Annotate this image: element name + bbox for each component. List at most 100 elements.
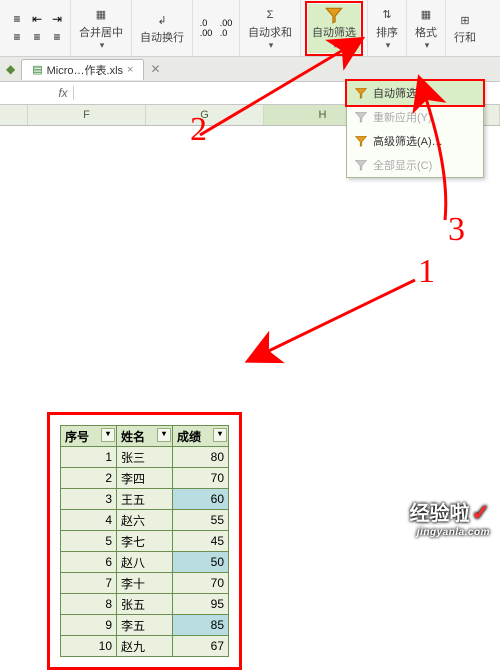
chevron-down-icon: ▾ bbox=[333, 40, 338, 51]
cell-score[interactable]: 45 bbox=[173, 531, 229, 552]
chevron-down-icon: ▾ bbox=[386, 40, 391, 51]
rowcol-button[interactable]: ⊞ 行和 bbox=[450, 9, 480, 47]
col-seq-header[interactable]: 序号 ▾ bbox=[61, 426, 117, 447]
watermark: 经验啦 ✓ jingyanla.com bbox=[410, 497, 490, 526]
cell-name[interactable]: 赵八 bbox=[117, 552, 173, 573]
ribbon-group-decimal: .0.00 .00.0 bbox=[193, 0, 240, 56]
menu-reapply-label: 重新应用(Y) bbox=[373, 109, 432, 125]
table-header-row: 序号 ▾ 姓名 ▾ 成绩 ▾ bbox=[61, 426, 229, 447]
cell-seq[interactable]: 3 bbox=[61, 489, 117, 510]
table-row[interactable]: 6赵八50 bbox=[61, 552, 229, 573]
corner-cell[interactable] bbox=[0, 105, 28, 125]
ribbon: ≡ ⇤ ⇥ ≡ ≡ ≡ ▦ 合并居中▾ ↲ 自动换行 .0.00 .00.0 Σ… bbox=[0, 0, 500, 57]
ribbon-group-wrap: ↲ 自动换行 bbox=[132, 0, 193, 56]
cell-seq[interactable]: 10 bbox=[61, 636, 117, 657]
cell-name[interactable]: 李十 bbox=[117, 573, 173, 594]
autosum-label: 自动求和 bbox=[248, 24, 292, 40]
merge-label: 合并居中 bbox=[79, 24, 123, 40]
cell-seq[interactable]: 4 bbox=[61, 510, 117, 531]
cell-score[interactable]: 85 bbox=[173, 615, 229, 636]
table-row[interactable]: 5李七45 bbox=[61, 531, 229, 552]
ribbon-group-rowcol: ⊞ 行和 bbox=[446, 0, 484, 56]
format-icon: ▦ bbox=[417, 6, 435, 24]
fx-label[interactable]: fx bbox=[53, 86, 74, 100]
increase-decimal-button[interactable]: .0.00 bbox=[197, 19, 215, 37]
align-center-icon[interactable]: ≡ bbox=[28, 28, 46, 46]
align-icon[interactable]: ≡ bbox=[8, 10, 26, 28]
menu-advanced-filter[interactable]: 高级筛选(A)… bbox=[347, 129, 483, 153]
col-name-label: 姓名 bbox=[121, 430, 145, 444]
cell-seq[interactable]: 6 bbox=[61, 552, 117, 573]
sheet-area[interactable]: 自动筛选(F) 重新应用(Y) 高级筛选(A)… 全部显示(C) bbox=[0, 126, 500, 546]
rowcol-icon: ⊞ bbox=[456, 11, 474, 29]
add-tab-button[interactable]: ✕ bbox=[150, 62, 160, 76]
cell-seq[interactable]: 9 bbox=[61, 615, 117, 636]
funnel-all-icon bbox=[355, 159, 367, 171]
ribbon-group-align: ≡ ⇤ ⇥ ≡ ≡ ≡ bbox=[4, 0, 71, 56]
filter-toggle-icon[interactable]: ▾ bbox=[213, 428, 227, 442]
workbook-tab[interactable]: ▤ Micro…作表.xls × bbox=[21, 59, 144, 80]
tab-home-icon[interactable]: ◆ bbox=[6, 62, 15, 76]
cell-score[interactable]: 70 bbox=[173, 468, 229, 489]
align-right-icon[interactable]: ≡ bbox=[48, 28, 66, 46]
cell-score[interactable]: 80 bbox=[173, 447, 229, 468]
table-row[interactable]: 9李五85 bbox=[61, 615, 229, 636]
sort-label: 排序 bbox=[376, 24, 398, 40]
menu-reapply: 重新应用(Y) bbox=[347, 105, 483, 129]
auto-filter-button[interactable]: 自动筛选▾ bbox=[308, 4, 360, 53]
funnel-grey-icon bbox=[355, 111, 367, 123]
cell-seq[interactable]: 5 bbox=[61, 531, 117, 552]
cell-score[interactable]: 55 bbox=[173, 510, 229, 531]
auto-wrap-button[interactable]: ↲ 自动换行 bbox=[136, 9, 188, 47]
cell-score[interactable]: 70 bbox=[173, 573, 229, 594]
table-row[interactable]: 1张三80 bbox=[61, 447, 229, 468]
menu-advanced-label: 高级筛选(A)… bbox=[373, 133, 443, 149]
menu-show-all: 全部显示(C) bbox=[347, 153, 483, 177]
cell-name[interactable]: 张五 bbox=[117, 594, 173, 615]
funnel-icon bbox=[325, 6, 343, 24]
merge-center-button[interactable]: ▦ 合并居中▾ bbox=[75, 4, 127, 53]
cell-score[interactable]: 95 bbox=[173, 594, 229, 615]
col-score-header[interactable]: 成绩 ▾ bbox=[173, 426, 229, 447]
cell-score[interactable]: 60 bbox=[173, 489, 229, 510]
outdent-icon[interactable]: ⇤ bbox=[28, 10, 46, 28]
menu-auto-filter[interactable]: 自动筛选(F) bbox=[345, 79, 485, 107]
format-button[interactable]: ▦ 格式▾ bbox=[411, 4, 441, 53]
table-row[interactable]: 4赵六55 bbox=[61, 510, 229, 531]
align-left-icon[interactable]: ≡ bbox=[8, 28, 26, 46]
table-row[interactable]: 2李四70 bbox=[61, 468, 229, 489]
tab-close-button[interactable]: × bbox=[127, 64, 133, 76]
cell-name[interactable]: 李七 bbox=[117, 531, 173, 552]
cell-seq[interactable]: 8 bbox=[61, 594, 117, 615]
ribbon-group-autosum: Σ 自动求和▾ bbox=[240, 0, 301, 56]
table-row[interactable]: 3王五60 bbox=[61, 489, 229, 510]
table-row[interactable]: 8张五95 bbox=[61, 594, 229, 615]
indent-icon[interactable]: ⇥ bbox=[48, 10, 66, 28]
col-header[interactable]: G bbox=[146, 105, 264, 125]
menu-showall-label: 全部显示(C) bbox=[373, 157, 432, 173]
ribbon-group-sort: ⇅ 排序▾ bbox=[368, 0, 407, 56]
col-name-header[interactable]: 姓名 ▾ bbox=[117, 426, 173, 447]
ribbon-group-filter: 自动筛选▾ bbox=[301, 0, 368, 56]
cell-name[interactable]: 李四 bbox=[117, 468, 173, 489]
decrease-decimal-button[interactable]: .00.0 bbox=[217, 19, 235, 37]
col-header[interactable]: F bbox=[28, 105, 146, 125]
auto-sum-button[interactable]: Σ 自动求和▾ bbox=[244, 4, 296, 53]
funnel-adv-icon bbox=[355, 135, 367, 147]
sort-button[interactable]: ⇅ 排序▾ bbox=[372, 4, 402, 53]
filter-toggle-icon[interactable]: ▾ bbox=[157, 428, 171, 442]
table-row[interactable]: 7李十70 bbox=[61, 573, 229, 594]
cell-seq[interactable]: 2 bbox=[61, 468, 117, 489]
cell-seq[interactable]: 1 bbox=[61, 447, 117, 468]
cell-name[interactable]: 王五 bbox=[117, 489, 173, 510]
filter-toggle-icon[interactable]: ▾ bbox=[101, 428, 115, 442]
cell-score[interactable]: 50 bbox=[173, 552, 229, 573]
table-row[interactable]: 10赵九67 bbox=[61, 636, 229, 657]
cell-seq[interactable]: 7 bbox=[61, 573, 117, 594]
cell-score[interactable]: 67 bbox=[173, 636, 229, 657]
cell-name[interactable]: 赵六 bbox=[117, 510, 173, 531]
cell-name[interactable]: 张三 bbox=[117, 447, 173, 468]
cell-name[interactable]: 李五 bbox=[117, 615, 173, 636]
cell-name[interactable]: 赵九 bbox=[117, 636, 173, 657]
chevron-down-icon: ▾ bbox=[269, 40, 274, 51]
